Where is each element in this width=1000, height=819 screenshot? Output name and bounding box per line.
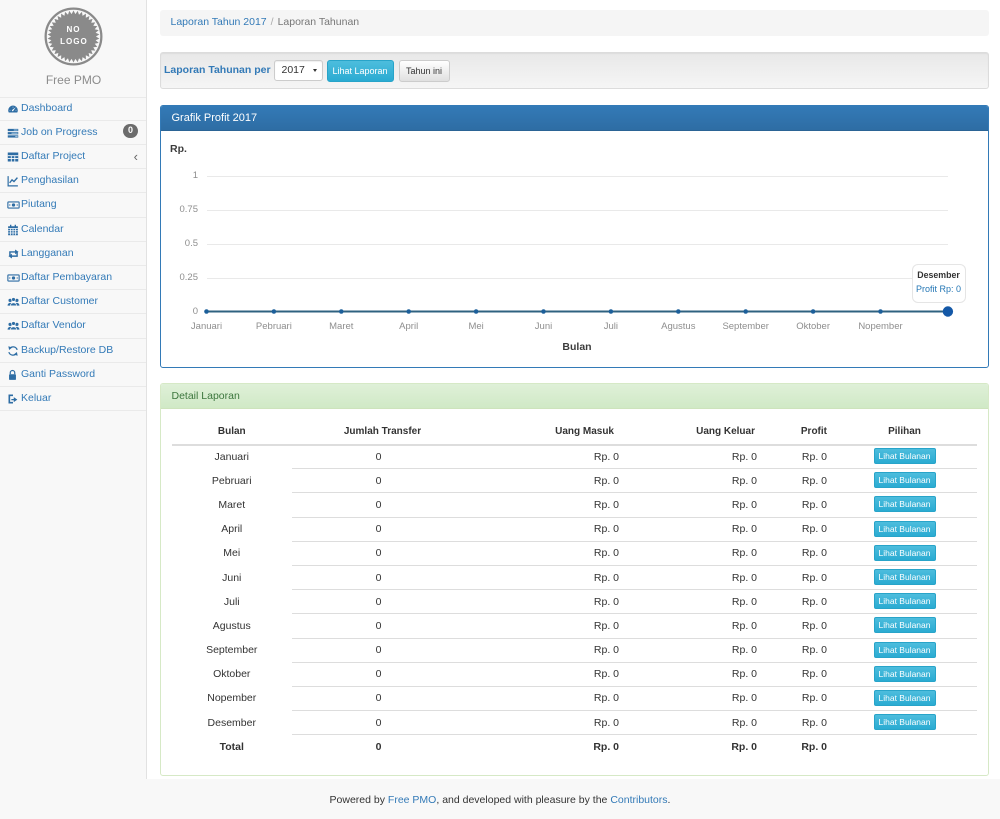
- svg-text:NO: NO: [66, 25, 80, 34]
- svg-text:LOGO: LOGO: [60, 37, 88, 46]
